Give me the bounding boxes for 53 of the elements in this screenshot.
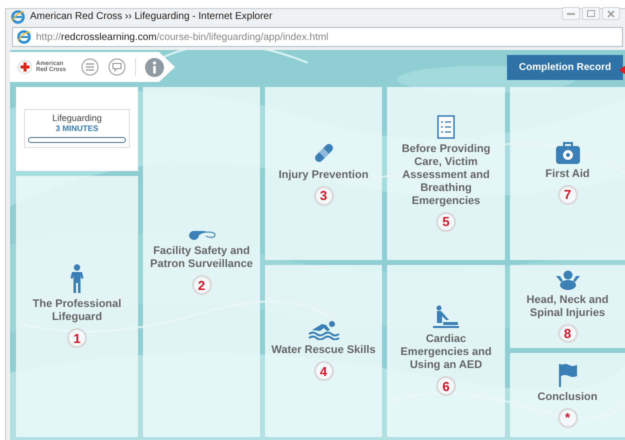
browser-icon (11, 10, 25, 24)
module-number: * (558, 408, 578, 428)
window-title: American Red Cross ›› Lifeguarding - Internet Explorer (30, 11, 272, 22)
module-title: Conclusion (538, 390, 598, 404)
completion-record-button[interactable]: Completion Record (507, 54, 623, 80)
module-number: 4 (314, 361, 334, 382)
minimize-icon (567, 12, 575, 14)
course-name: Lifeguarding (52, 113, 102, 124)
checklist-icon (437, 114, 455, 139)
duration-text: 3 MINUTES (56, 124, 98, 134)
module-title: Water Rescue Skills (271, 344, 376, 358)
module-tile[interactable]: Conclusion * (510, 353, 625, 437)
module-number: 6 (436, 376, 456, 396)
module-title: Before Providing Care, Victim Assessment and Breathing Emergencies (400, 142, 492, 208)
module-title: Cardiac Emergencies and Using an AED (399, 333, 493, 372)
menu-icon[interactable] (81, 58, 99, 76)
module-title: Injury Prevention (278, 168, 368, 182)
module-number: 7 (558, 184, 578, 205)
minimize-button[interactable] (562, 7, 580, 20)
cpr-icon (433, 305, 459, 330)
module-tile[interactable]: Cardiac Emergencies and Using an AED 6 (387, 264, 505, 437)
chat-icon[interactable] (108, 58, 126, 76)
cross-logo-icon (18, 60, 32, 74)
module-tile[interactable]: Injury Prevention 3 (265, 87, 382, 260)
flag-icon (558, 362, 578, 387)
module-tile[interactable]: Head, Neck and Spinal Injuries 8 (510, 264, 625, 348)
maximize-icon (587, 10, 595, 17)
module-title: First Aid (545, 168, 590, 181)
maximize-button[interactable] (582, 7, 600, 20)
head-support-icon (556, 270, 580, 290)
module-title: Facility Safety and Patron Surveillance (149, 245, 254, 271)
swimmer-icon (308, 320, 340, 340)
module-tile[interactable]: Before Providing Care, Victim Assessment and Breathing Emergencies 5 (387, 87, 505, 260)
url-text: http://redcrosslearning.com/course-bin/lifeguarding/app/index.html (36, 32, 328, 42)
info-icon[interactable] (145, 58, 164, 76)
module-title: Head, Neck and Spinal Injuries (526, 294, 610, 320)
first-aid-kit-icon (556, 142, 580, 164)
module-number: 2 (192, 275, 212, 295)
address-bar[interactable]: http://redcrosslearning.com/course-bin/lifeguarding/app/index.html (12, 27, 623, 47)
module-tile[interactable]: First Aid 7 (510, 87, 625, 260)
close-icon (607, 10, 615, 18)
module-tile[interactable]: Water Rescue Skills 4 (265, 264, 382, 437)
module-number: 3 (314, 186, 334, 206)
module-number: 1 (67, 328, 87, 348)
whistle-icon (186, 229, 216, 241)
module-number: 8 (558, 324, 578, 343)
browser-icon (17, 30, 31, 44)
module-tile[interactable]: Facility Safety and Patron Surveillance 2 (143, 87, 260, 437)
module-title: The Professional Lifeguard (32, 298, 122, 324)
person-icon (70, 264, 84, 294)
close-button[interactable] (602, 7, 620, 20)
module-number: 5 (436, 212, 456, 232)
module-tile[interactable]: The Professional Lifeguard 1 (16, 176, 138, 437)
